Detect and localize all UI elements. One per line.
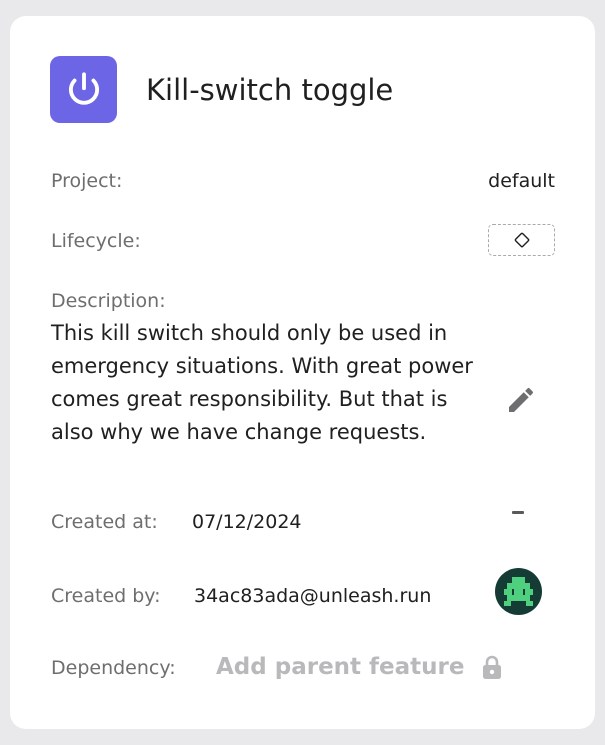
- dependency-label: Dependency:: [51, 657, 176, 679]
- add-parent-feature-button[interactable]: Add parent feature: [216, 654, 464, 680]
- lifecycle-button[interactable]: [488, 224, 555, 256]
- project-label: Project:: [51, 170, 123, 192]
- lifecycle-label: Lifecycle:: [51, 230, 141, 252]
- feature-header: Kill-switch toggle: [50, 56, 393, 123]
- lock-icon: [481, 654, 503, 684]
- created-by-value: 34ac83ada@unleash.run: [194, 585, 432, 607]
- created-by-label: Created by:: [51, 585, 161, 607]
- avatar[interactable]: [495, 568, 542, 615]
- project-value: default: [488, 170, 555, 192]
- pencil-icon: [509, 387, 534, 412]
- edit-description-button[interactable]: [502, 381, 540, 419]
- created-at-label: Created at:: [51, 511, 158, 533]
- feature-title: Kill-switch toggle: [146, 72, 394, 107]
- diamond-icon: [514, 232, 529, 248]
- description-label: Description:: [51, 290, 166, 312]
- created-at-value: 07/12/2024: [192, 511, 302, 533]
- description-text: This kill switch should only be used in …: [51, 321, 473, 444]
- minus-icon: [512, 511, 524, 514]
- feature-overview-card: Kill-switch toggle Project: default Life…: [10, 16, 595, 729]
- power-icon: [50, 56, 117, 123]
